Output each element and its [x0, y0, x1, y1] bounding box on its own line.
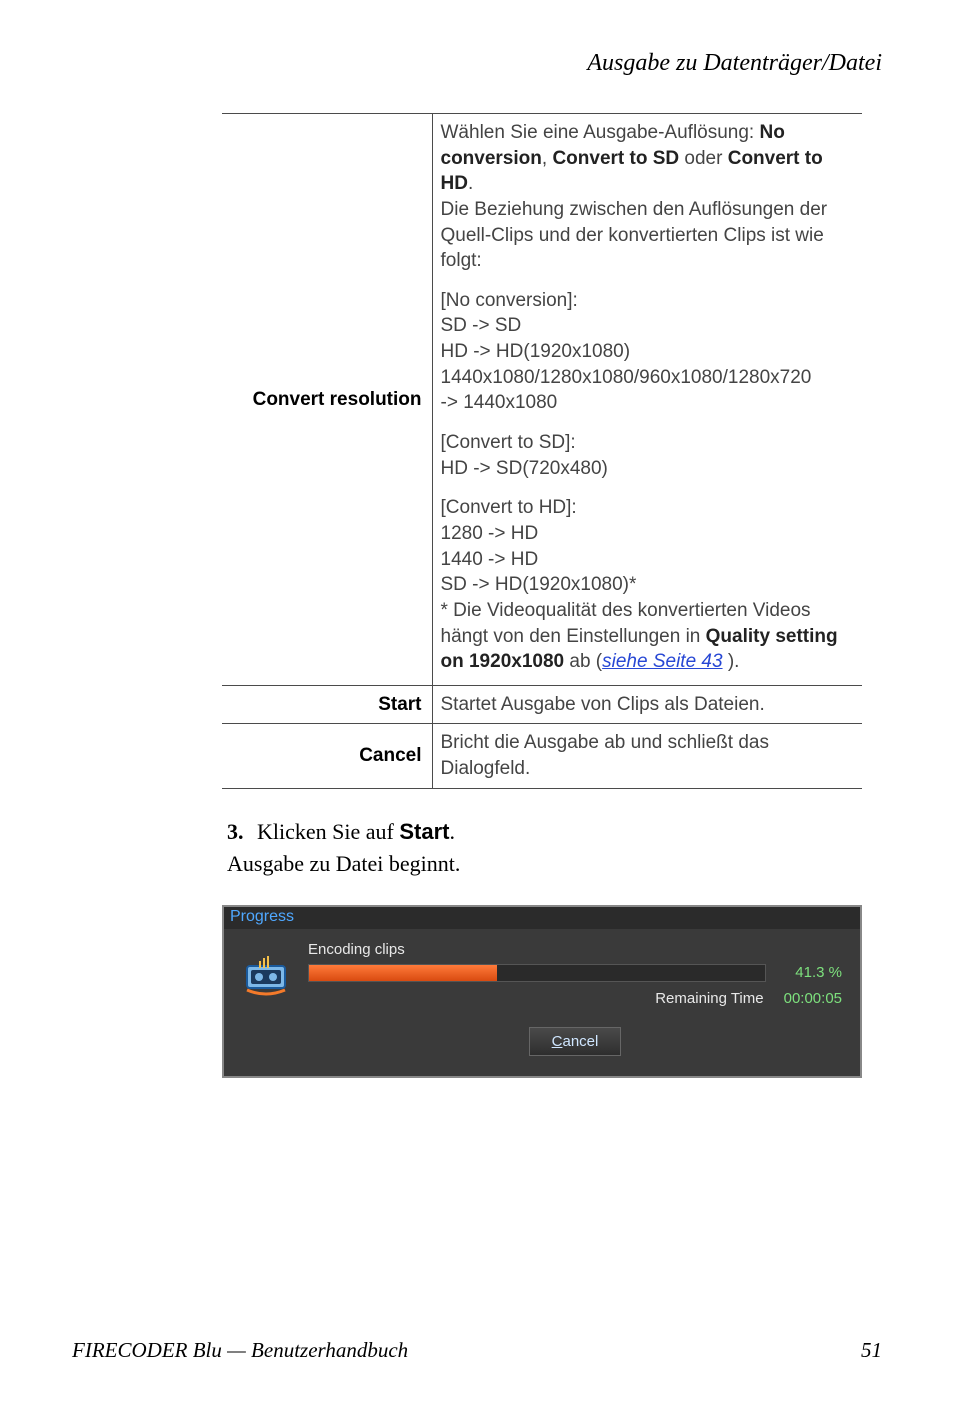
remaining-label: Remaining Time — [655, 990, 763, 1007]
block-convsd: [Convert to SD]: HD -> SD(720x480) — [441, 430, 853, 481]
body-start: Startet Ausgabe von Clips als Dateien. — [432, 685, 862, 724]
body-convert-resolution: Wählen Sie eine Ausgabe-Auflösung: No co… — [432, 114, 862, 686]
dialog-content: Encoding clips 41.3 % Remaining Time 00:… — [224, 929, 860, 1076]
cancel-mnemonic: C — [552, 1033, 563, 1050]
progress-fill — [309, 965, 497, 981]
row-cancel: Cancel Bricht die Ausgabe ab und schließ… — [222, 724, 862, 788]
intro-post: . — [468, 173, 473, 194]
fn-link[interactable]: siehe Seite 43 — [602, 651, 722, 672]
step-aftertext: Ausgabe zu Datei beginnt. — [227, 851, 882, 877]
page-header: Ausgabe zu Datenträger/Datei — [72, 50, 882, 77]
tape-icon — [238, 947, 294, 1003]
fn-mid: ab ( — [564, 651, 602, 672]
step-post: . — [449, 819, 455, 844]
intro-mid2: oder — [679, 148, 728, 169]
noconv-l3: 1440x1080/1280x1080/960x1080/1280x720 — [441, 365, 853, 391]
row-start: Start Startet Ausgabe von Clips als Date… — [222, 685, 862, 724]
cancel-rest: ancel — [562, 1033, 598, 1050]
page-footer: FIRECODER Blu — Benutzerhandbuch 51 — [72, 1338, 882, 1363]
dialog-button-row: Cancel — [308, 1027, 842, 1056]
convhd-l3: SD -> HD(1920x1080)* — [441, 572, 853, 598]
convhd-l0: [Convert to HD]: — [441, 495, 853, 521]
body-cancel: Bricht die Ausgabe ab und schließt das D… — [432, 724, 862, 788]
progress-percent: 41.3 % — [782, 964, 842, 981]
step-3: 3. Klicken Sie auf Start. — [227, 819, 882, 845]
convsd-l1: HD -> SD(720x480) — [441, 456, 853, 482]
dialog-right: Encoding clips 41.3 % Remaining Time 00:… — [308, 941, 842, 1056]
progress-dialog: Progress Encoding clips 41.3 % — [222, 905, 862, 1078]
block-noconv: [No conversion]: SD -> SD HD -> HD(1920x… — [441, 288, 853, 416]
convhd-footnote: * Die Videoqualität des konvertierten Vi… — [441, 598, 853, 675]
step-num: 3. — [227, 819, 244, 844]
dialog-titlebar: Progress — [224, 907, 860, 929]
cancel-button[interactable]: Cancel — [529, 1027, 622, 1056]
label-start: Start — [222, 685, 432, 724]
settings-table: Convert resolution Wählen Sie eine Ausga… — [222, 113, 862, 789]
intro-pre: Wählen Sie eine Ausgabe-Auflösung: — [441, 122, 760, 143]
convsd-l0: [Convert to SD]: — [441, 430, 853, 456]
noconv-l1: SD -> SD — [441, 313, 853, 339]
fn-post: ). — [723, 651, 740, 672]
footer-left: FIRECODER Blu — Benutzerhandbuch — [72, 1338, 408, 1363]
label-convert-resolution: Convert resolution — [222, 114, 432, 686]
convhd-l2: 1440 -> HD — [441, 547, 853, 573]
block-convhd: [Convert to HD]: 1280 -> HD 1440 -> HD S… — [441, 495, 853, 674]
encoding-label: Encoding clips — [308, 941, 842, 958]
noconv-l4: -> 1440x1080 — [441, 390, 853, 416]
dialog-title: Progress — [230, 907, 294, 927]
intro-line2: Die Beziehung zwischen den Auflösungen d… — [441, 199, 828, 271]
progress-bar — [308, 964, 766, 982]
remaining-row: Remaining Time 00:00:05 — [308, 990, 842, 1007]
footer-pagenum: 51 — [861, 1338, 882, 1363]
intro-convsd: Convert to SD — [552, 148, 679, 169]
progress-row: 41.3 % — [308, 964, 842, 982]
label-cancel: Cancel — [222, 724, 432, 788]
step-pre: Klicken Sie auf — [257, 819, 399, 844]
intro-mid1: , — [542, 148, 553, 169]
convhd-l1: 1280 -> HD — [441, 521, 853, 547]
noconv-l0: [No conversion]: — [441, 288, 853, 314]
row-convert-resolution: Convert resolution Wählen Sie eine Ausga… — [222, 114, 862, 686]
remaining-time: 00:00:05 — [784, 990, 842, 1007]
noconv-l2: HD -> HD(1920x1080) — [441, 339, 853, 365]
step-bold: Start — [399, 819, 449, 844]
intro-paragraph: Wählen Sie eine Ausgabe-Auflösung: No co… — [441, 120, 853, 274]
